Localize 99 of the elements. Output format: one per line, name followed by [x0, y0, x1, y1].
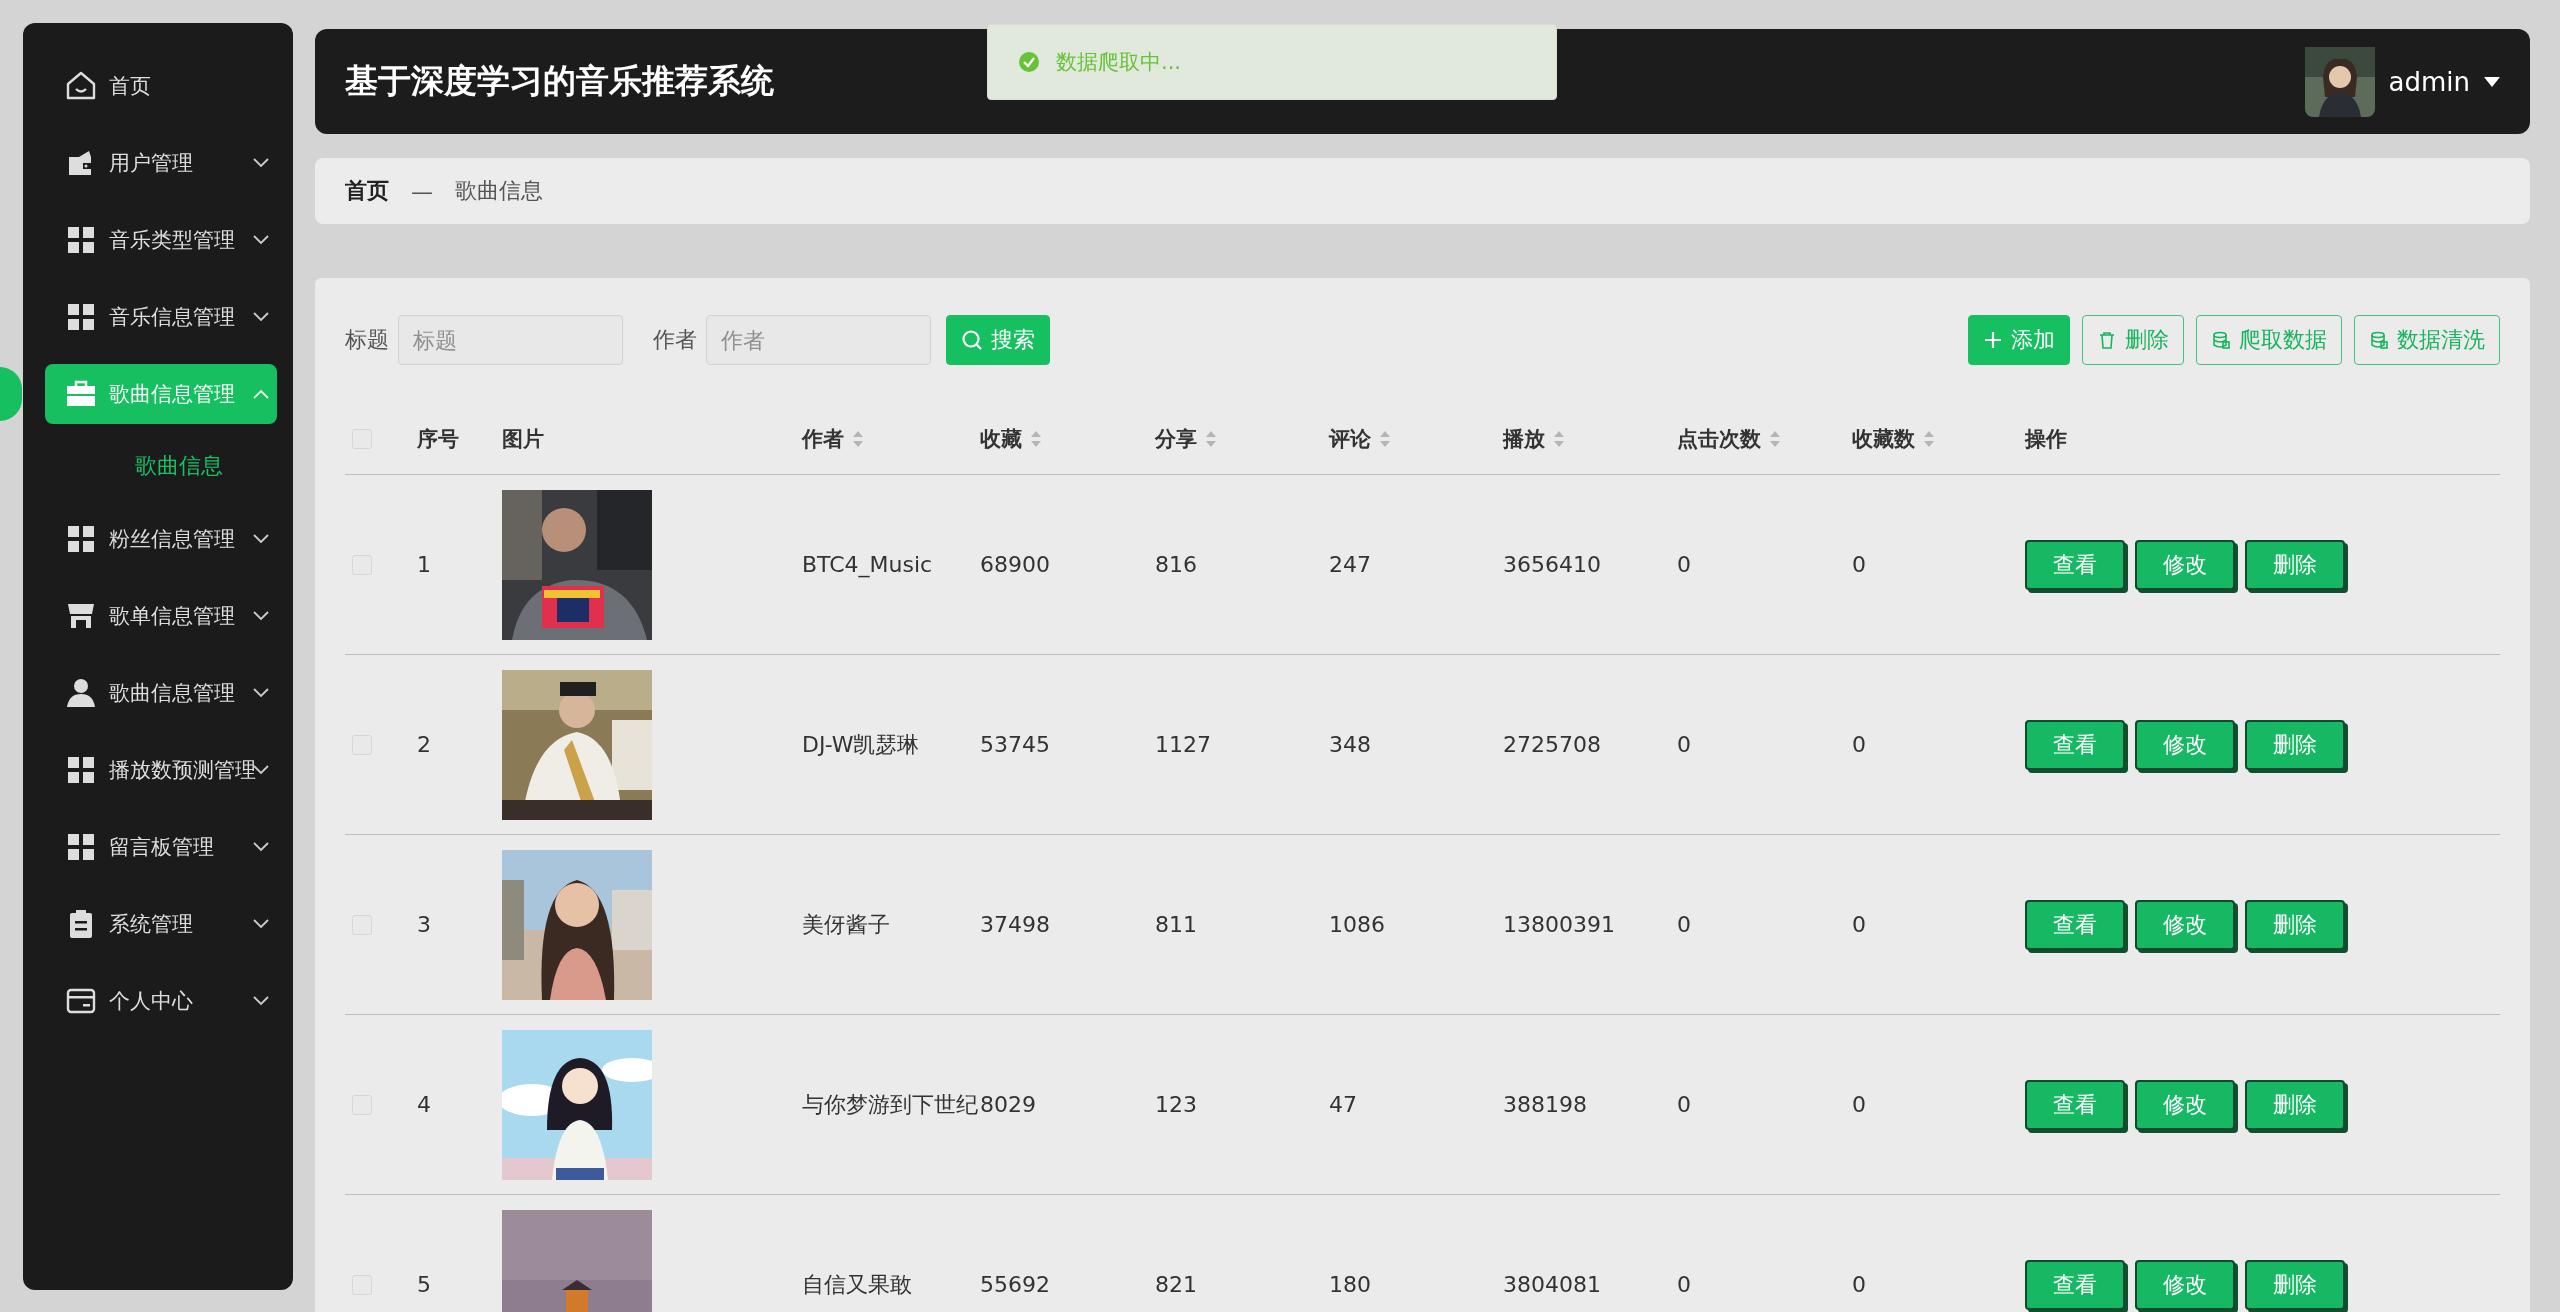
chevron-icon	[253, 995, 269, 1006]
success-icon	[1018, 51, 1040, 73]
table-cell: 13800391	[1503, 912, 1615, 937]
table-cell: 821	[1155, 1272, 1197, 1297]
chevron-icon	[253, 234, 269, 245]
table-cell: 3656410	[1503, 552, 1601, 577]
table-cell: 55692	[980, 1272, 1050, 1297]
sidebar-item[interactable]: 用户管理	[45, 132, 277, 193]
table-cell: 0	[1852, 1092, 1866, 1117]
table-cell: 0	[1677, 552, 1691, 577]
active-indicator	[0, 367, 22, 421]
table-cell: 37498	[980, 912, 1050, 937]
table-cell: BTC4_Music	[802, 552, 933, 577]
input-field[interactable]: 作者	[706, 315, 931, 365]
table-cell: 180	[1329, 1272, 1371, 1297]
table-cell: 811	[1155, 912, 1197, 937]
chevron-icon	[253, 918, 269, 929]
table-cell: 0	[1677, 1272, 1691, 1297]
sort-icon	[1553, 430, 1565, 448]
table-cell-text: 与你梦游到下世纪	[802, 1090, 978, 1119]
column-header[interactable]: 收藏数	[1852, 425, 1935, 453]
table-cell: 4	[417, 1092, 431, 1117]
trash-icon	[2097, 330, 2117, 350]
column-header[interactable]: 作者	[802, 425, 864, 453]
sidebar-item[interactable]: 首页	[45, 55, 277, 116]
table-cell: 8029	[980, 1092, 1036, 1117]
sidebar-item[interactable]: 音乐信息管理	[45, 286, 277, 347]
field-label: 作者	[653, 326, 697, 354]
breadcrumb-item[interactable]: 首页	[345, 176, 389, 206]
chevron-icon	[253, 687, 269, 698]
column-header[interactable]: 评论	[1329, 425, 1391, 453]
table-cell: 0	[1677, 732, 1691, 757]
sidebar-item[interactable]: 歌单信息管理	[45, 585, 277, 646]
toast-text: 数据爬取中...	[1056, 49, 1182, 76]
sidebar-item[interactable]: 歌曲信息管理	[45, 662, 277, 723]
table-cell-text: 美伢酱子	[802, 910, 890, 939]
table-cell: 0	[1852, 732, 1866, 757]
field-label: 标题	[345, 326, 389, 354]
sidebar-item[interactable]: 音乐类型管理	[45, 209, 277, 270]
plus-icon	[1983, 330, 2003, 350]
column-header[interactable]: 分享	[1155, 425, 1217, 453]
search-icon	[961, 329, 983, 351]
column-header[interactable]: 播放	[1503, 425, 1565, 453]
table-cell: 247	[1329, 552, 1371, 577]
column-header: 图片	[502, 426, 544, 453]
table-cell: 68900	[980, 552, 1050, 577]
table-cell: 3	[417, 912, 431, 937]
chevron-icon	[253, 533, 269, 544]
sidebar-item[interactable]: 留言板管理	[45, 816, 277, 877]
sidebar-item[interactable]: 个人中心	[45, 970, 277, 1031]
column-header[interactable]: 收藏	[980, 425, 1042, 453]
table-cell: 0	[1677, 1092, 1691, 1117]
table-cell: 388198	[1503, 1092, 1587, 1117]
table-cell: 47	[1329, 1092, 1357, 1117]
table-cell: 1086	[1329, 912, 1385, 937]
person-icon	[65, 676, 97, 709]
table-cell: 1127	[1155, 732, 1211, 757]
table-cell: 53745	[980, 732, 1050, 757]
sort-icon	[1769, 430, 1781, 448]
sort-icon	[1923, 430, 1935, 448]
table-cell: 2725708	[1503, 732, 1601, 757]
sort-icon	[852, 430, 864, 448]
sidebar-item[interactable]: 系统管理	[45, 893, 277, 954]
submenu-item[interactable]: 歌曲信息	[23, 432, 293, 500]
table-cell: 2	[417, 732, 431, 757]
app-title: 基于深度学习的音乐推荐系统	[345, 60, 774, 102]
table-cell: 0	[1677, 912, 1691, 937]
database-icon	[2211, 330, 2231, 350]
sidebar-item[interactable]: 粉丝信息管理	[45, 508, 277, 569]
chevron-icon	[253, 157, 269, 168]
sort-icon	[1030, 430, 1042, 448]
table-cell-text: 自信又果敢	[802, 1270, 912, 1299]
column-header: 序号	[417, 426, 459, 453]
table-cell: 816	[1155, 552, 1197, 577]
chevron-icon	[253, 388, 269, 399]
table-cell: 0	[1852, 1272, 1866, 1297]
sort-icon	[1379, 430, 1391, 448]
chevron-icon	[253, 610, 269, 621]
table-cell: 348	[1329, 732, 1371, 757]
table-cell: 5	[417, 1272, 431, 1297]
breadcrumb-separator: —	[411, 178, 433, 204]
chevron-icon	[253, 841, 269, 852]
breadcrumb-item: 歌曲信息	[455, 177, 543, 205]
user-name[interactable]: admin	[2388, 66, 2470, 97]
table-cell: 1	[417, 552, 431, 577]
sort-icon	[1205, 430, 1217, 448]
sidebar-item[interactable]: 播放数预测管理	[45, 739, 277, 800]
house-icon	[65, 69, 97, 102]
caret-icon	[2484, 75, 2500, 88]
column-header[interactable]: 点击次数	[1677, 425, 1781, 453]
database-icon	[2369, 330, 2389, 350]
table-cell-text: DJ-W凯瑟琳	[802, 730, 920, 759]
table-cell: 0	[1852, 552, 1866, 577]
table-cell: 3804081	[1503, 1272, 1601, 1297]
input-field[interactable]: 标题	[398, 315, 623, 365]
column-header: 操作	[2025, 426, 2067, 453]
chevron-icon	[253, 311, 269, 322]
table-cell: 0	[1852, 912, 1866, 937]
table-cell: 123	[1155, 1092, 1197, 1117]
